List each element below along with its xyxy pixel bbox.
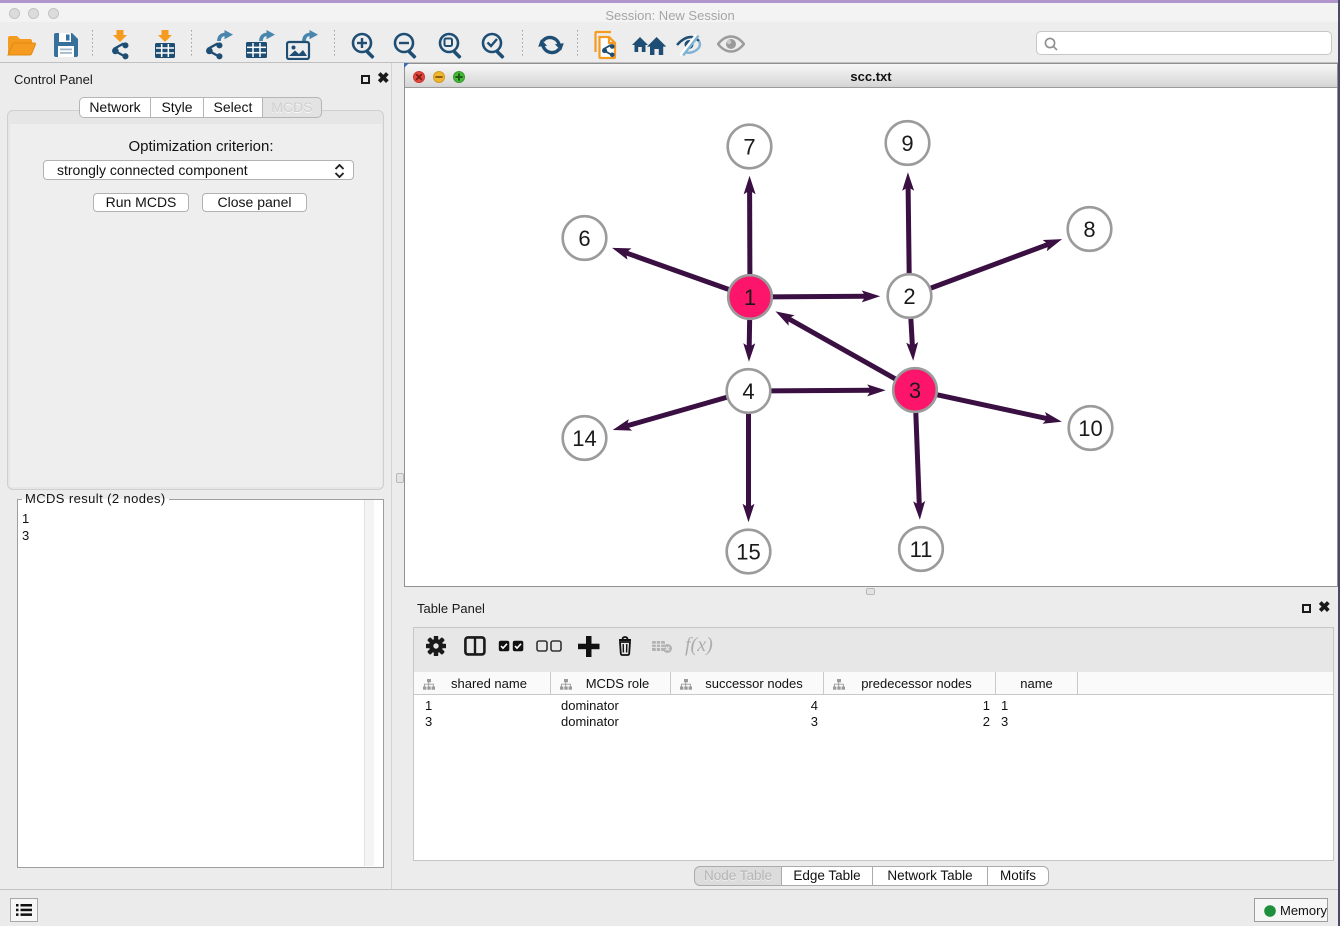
svg-text:4: 4 [742, 379, 754, 404]
svg-text:6: 6 [578, 226, 590, 251]
svg-text:15: 15 [736, 540, 760, 565]
svg-text:14: 14 [572, 426, 596, 451]
svg-text:3: 3 [909, 378, 921, 403]
svg-text:7: 7 [743, 135, 755, 160]
svg-text:2: 2 [903, 284, 915, 309]
svg-text:8: 8 [1083, 217, 1095, 242]
svg-text:10: 10 [1078, 416, 1102, 441]
svg-text:1: 1 [744, 285, 756, 310]
svg-text:11: 11 [910, 537, 933, 562]
svg-text:9: 9 [901, 131, 913, 156]
svg-text:f(x): f(x) [685, 635, 713, 656]
